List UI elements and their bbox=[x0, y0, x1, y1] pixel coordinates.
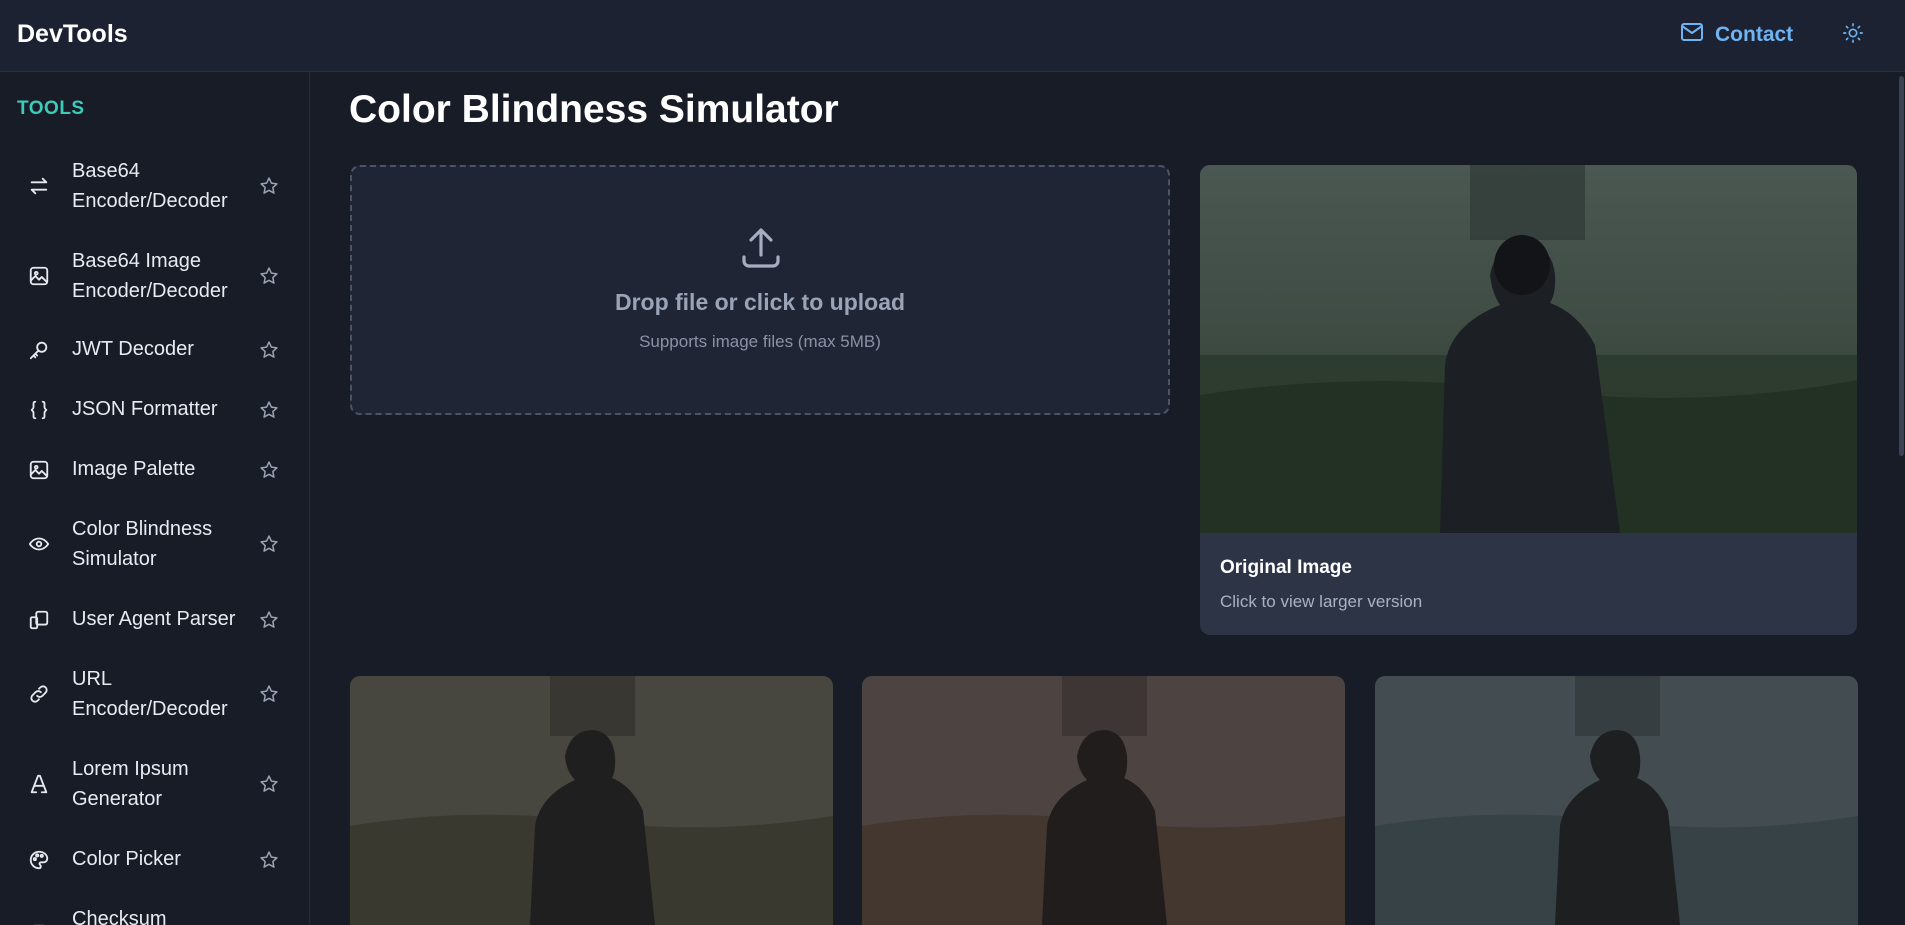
sidebar-item-base64-encoder[interactable]: Base64 Encoder/Decoder bbox=[0, 150, 309, 222]
palette-icon bbox=[27, 848, 51, 872]
simulated-image[interactable] bbox=[1375, 676, 1858, 925]
star-icon[interactable] bbox=[257, 338, 281, 362]
star-icon[interactable] bbox=[257, 608, 281, 632]
sidebar-item-label: Checksum bbox=[72, 908, 167, 925]
sidebar-item-label: Lorem Ipsum Generator bbox=[72, 758, 189, 810]
sidebar-item-label: JSON Formatter bbox=[72, 398, 218, 420]
star-icon[interactable] bbox=[257, 532, 281, 556]
sidebar-item-checksum[interactable]: Checksum bbox=[0, 898, 309, 925]
scrollbar-thumb[interactable] bbox=[1899, 76, 1904, 456]
sidebar-item-user-agent-parser[interactable]: User Agent Parser bbox=[0, 598, 309, 644]
brand-logo[interactable]: DevTools bbox=[17, 20, 128, 49]
sidebar-item-image-palette[interactable]: Image Palette bbox=[0, 448, 309, 494]
sidebar-item-label: User Agent Parser bbox=[72, 608, 236, 630]
sun-icon bbox=[1842, 22, 1864, 49]
devices-icon bbox=[27, 608, 51, 632]
star-icon[interactable] bbox=[257, 174, 281, 198]
arrows-exchange-icon bbox=[27, 174, 51, 198]
sidebar-item-json-formatter[interactable]: JSON Formatter bbox=[0, 388, 309, 434]
simulation-card[interactable] bbox=[862, 676, 1345, 925]
sidebar-item-color-blindness-simulator[interactable]: Color Blindness Simulator bbox=[0, 508, 309, 580]
sidebar-item-base64-image[interactable]: Base64 Image Encoder/Decoder bbox=[0, 240, 309, 312]
mail-icon bbox=[1680, 22, 1704, 48]
theme-toggle-button[interactable] bbox=[1838, 20, 1868, 50]
eye-icon bbox=[27, 532, 51, 556]
sidebar-heading: TOOLS bbox=[17, 98, 85, 119]
simulation-card[interactable] bbox=[350, 676, 833, 925]
contact-label: Contact bbox=[1715, 23, 1794, 46]
simulated-image[interactable] bbox=[350, 676, 833, 925]
sidebar: TOOLS Base64 Encoder/Decoder Base64 Imag… bbox=[0, 72, 310, 925]
image-icon bbox=[27, 264, 51, 288]
simulation-card[interactable] bbox=[1375, 676, 1858, 925]
link-icon bbox=[27, 682, 51, 706]
upload-dropzone[interactable]: Drop file or click to upload Supports im… bbox=[350, 165, 1170, 415]
upload-icon bbox=[742, 228, 780, 268]
contact-link[interactable]: Contact bbox=[1680, 22, 1793, 48]
star-icon[interactable] bbox=[257, 848, 281, 872]
key-icon bbox=[27, 338, 51, 362]
star-icon[interactable] bbox=[257, 264, 281, 288]
star-icon[interactable] bbox=[257, 772, 281, 796]
sidebar-item-label: URL Encoder/Decoder bbox=[72, 668, 228, 720]
typography-icon bbox=[27, 772, 51, 796]
upload-subtitle: Supports image files (max 5MB) bbox=[639, 332, 881, 351]
sidebar-item-color-picker[interactable]: Color Picker bbox=[0, 838, 309, 884]
simulated-image[interactable] bbox=[862, 676, 1345, 925]
sidebar-item-label: Base64 Encoder/Decoder bbox=[72, 160, 228, 212]
original-image-title: Original Image bbox=[1220, 557, 1352, 578]
page-title: Color Blindness Simulator bbox=[349, 88, 839, 131]
braces-icon bbox=[27, 398, 51, 422]
star-icon[interactable] bbox=[257, 398, 281, 422]
original-image-subtitle: Click to view larger version bbox=[1220, 592, 1423, 611]
top-bar: DevTools Contact bbox=[0, 0, 1905, 72]
sidebar-item-label: Color Blindness Simulator bbox=[72, 518, 213, 570]
upload-title: Drop file or click to upload bbox=[614, 289, 906, 315]
sidebar-item-lorem-ipsum[interactable]: Lorem Ipsum Generator bbox=[0, 748, 309, 820]
sidebar-item-label: Color Picker bbox=[72, 848, 181, 870]
star-icon[interactable] bbox=[257, 458, 281, 482]
image-icon bbox=[27, 458, 51, 482]
sidebar-item-jwt-decoder[interactable]: JWT Decoder bbox=[0, 328, 309, 374]
original-image-card[interactable]: Original Image Click to view larger vers… bbox=[1200, 165, 1857, 635]
sidebar-item-label: JWT Decoder bbox=[72, 338, 194, 360]
sidebar-item-url-encoder[interactable]: URL Encoder/Decoder bbox=[0, 658, 309, 730]
sidebar-item-label: Base64 Image Encoder/Decoder bbox=[72, 250, 228, 302]
sidebar-item-label: Image Palette bbox=[72, 458, 196, 480]
original-image[interactable] bbox=[1200, 165, 1857, 533]
star-icon[interactable] bbox=[257, 682, 281, 706]
